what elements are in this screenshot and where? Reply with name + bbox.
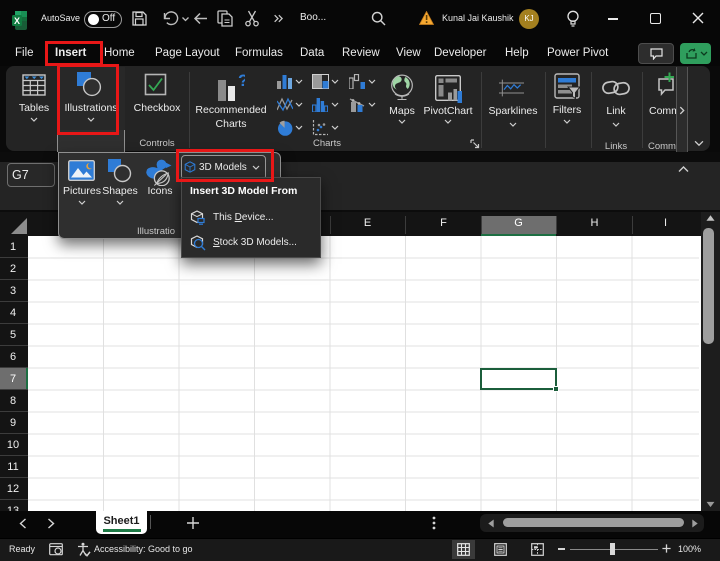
svg-text:X: X <box>14 16 20 26</box>
svg-text:?: ? <box>238 72 245 90</box>
